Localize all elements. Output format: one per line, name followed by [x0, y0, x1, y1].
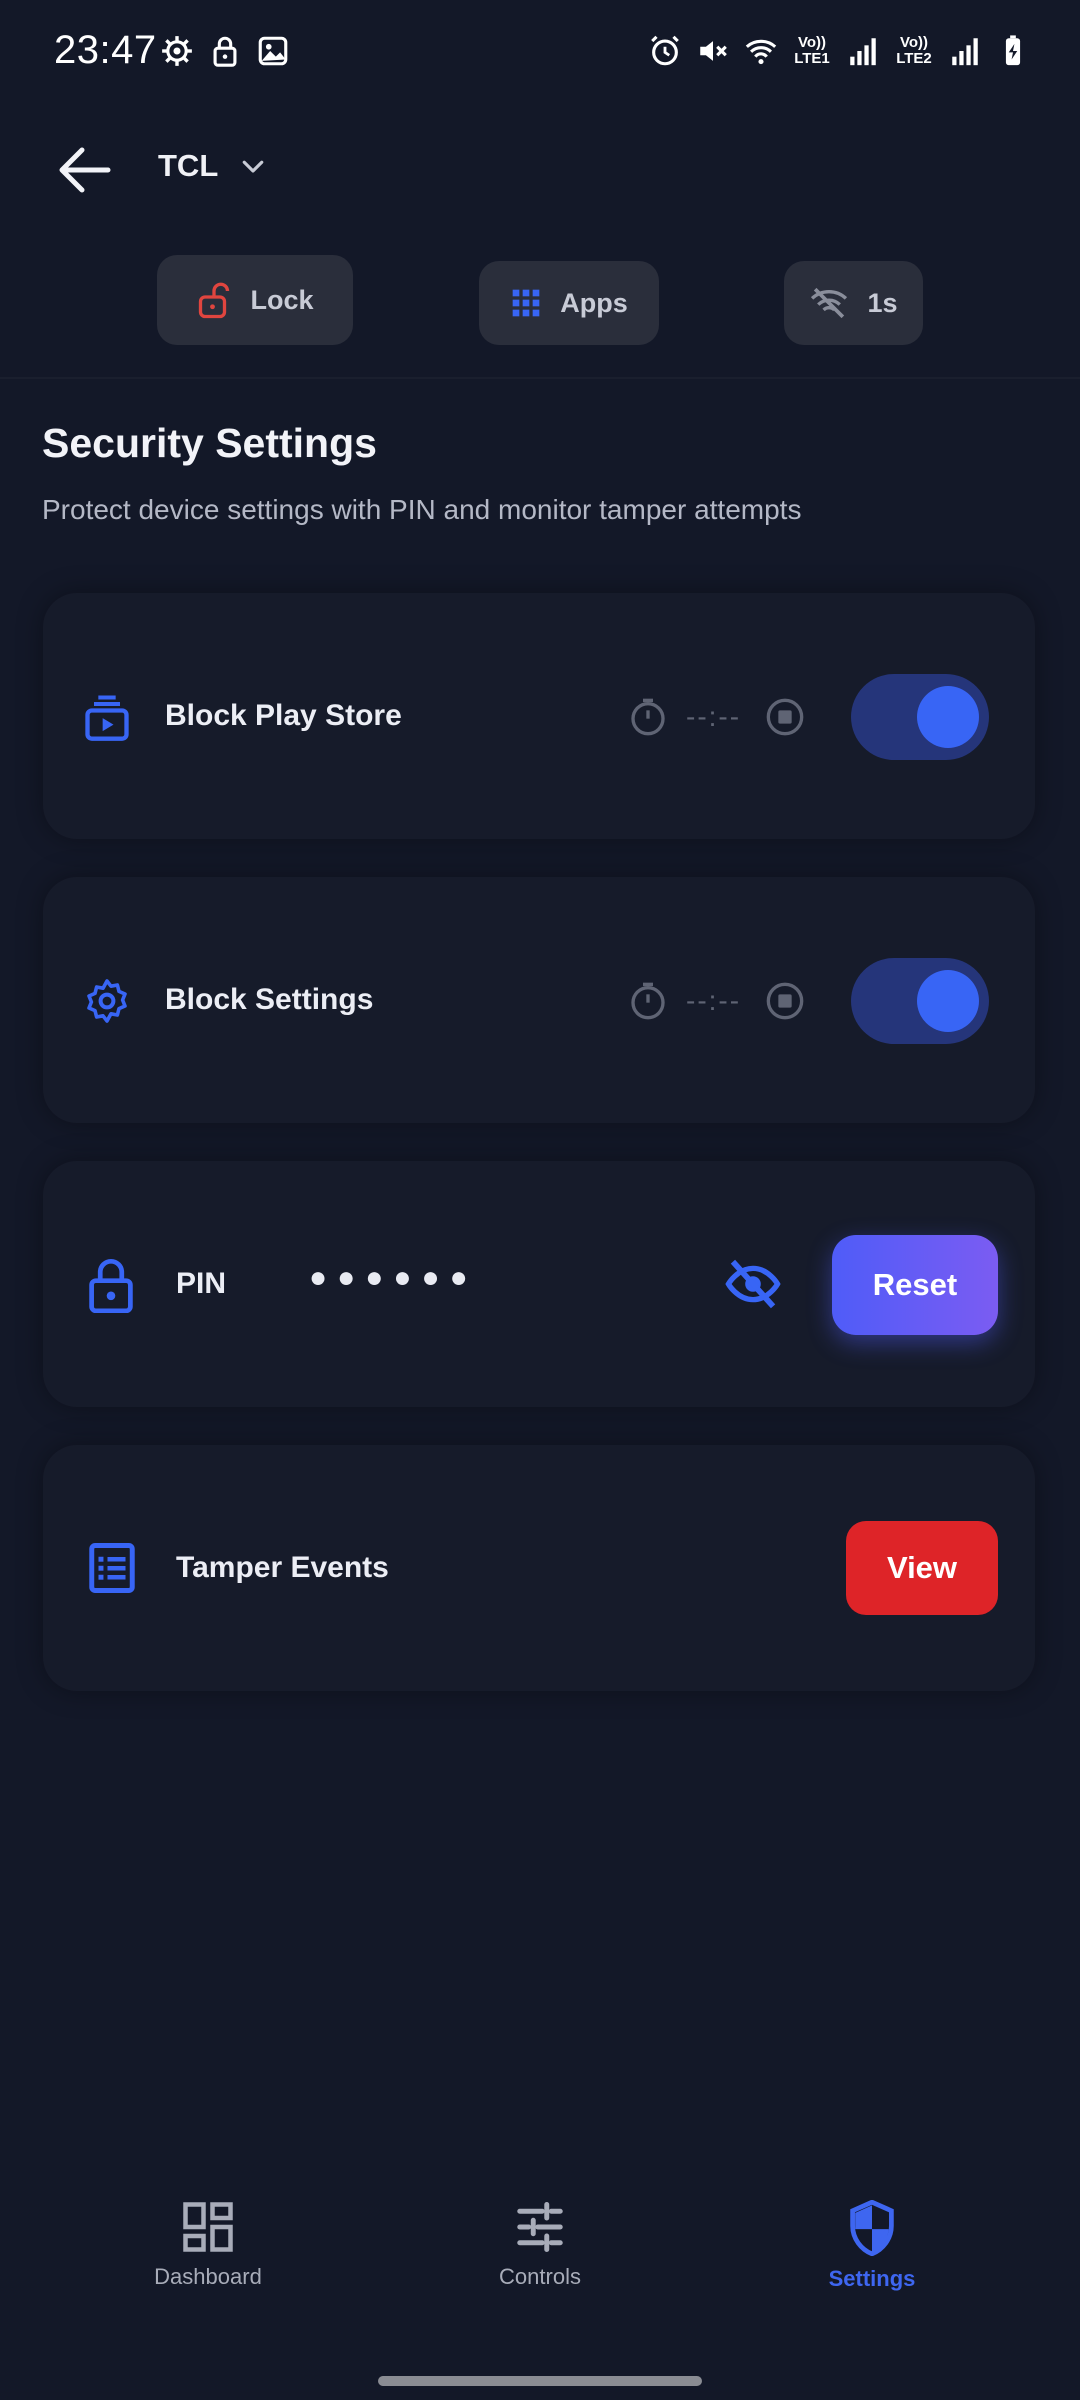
block-settings-toggle[interactable] — [851, 958, 989, 1044]
device-name: TCL — [158, 148, 219, 183]
sliders-icon — [517, 2202, 563, 2252]
nav-dashboard[interactable]: Dashboard — [108, 2200, 308, 2290]
nav-controls-label: Controls — [499, 2264, 581, 2289]
pin-label: PIN — [176, 1267, 227, 1300]
nav-settings-label: Settings — [828, 2266, 916, 2291]
list-icon — [89, 1543, 135, 1593]
status-left-icons — [160, 34, 290, 68]
nav-controls[interactable]: Controls — [440, 2200, 640, 2290]
lock-status-icon — [213, 36, 237, 67]
eye-off-icon[interactable] — [724, 1257, 782, 1311]
lock-label: Lock — [250, 284, 314, 315]
pin-card: PIN ●●●●●● Reset — [43, 1161, 1035, 1407]
reset-pin-button[interactable]: Reset — [832, 1235, 998, 1335]
timer-value: --:-- — [686, 985, 742, 1016]
view-tamper-events-button[interactable]: View — [846, 1521, 998, 1615]
top-bar: TCL — [0, 130, 1080, 210]
section-title: Security Settings — [42, 420, 377, 466]
lock-button[interactable]: Lock — [157, 255, 353, 345]
timer-icon[interactable] — [628, 697, 668, 737]
block-play-store-card: Block Play Store --:-- — [43, 593, 1035, 839]
block-settings-label: Block Settings — [165, 983, 374, 1016]
stop-icon[interactable] — [765, 697, 805, 737]
battery-charging-icon — [1005, 35, 1021, 66]
wifi-off-icon — [811, 287, 848, 319]
nav-dashboard-label: Dashboard — [154, 2264, 262, 2289]
apps-grid-icon — [512, 289, 540, 317]
wifi-off-button[interactable]: 1s — [784, 261, 923, 345]
apps-button[interactable]: Apps — [479, 261, 659, 345]
status-right-icons: Vo)) LTE1 Vo)) LTE2 — [648, 34, 1030, 68]
toggle-knob — [917, 686, 979, 748]
timer-icon[interactable] — [628, 981, 668, 1021]
wifi-icon — [745, 39, 777, 65]
image-icon — [258, 36, 288, 66]
device-selector[interactable]: TCL — [158, 148, 268, 184]
gear-icon — [87, 979, 127, 1023]
block-play-store-toggle[interactable] — [851, 674, 989, 760]
sim1-label: Vo)) LTE1 — [794, 34, 830, 67]
section-subtitle: Protect device settings with PIN and mon… — [42, 494, 802, 525]
toggle-knob — [917, 970, 979, 1032]
unlock-icon — [199, 282, 230, 319]
stop-icon[interactable] — [765, 981, 805, 1021]
lock-icon — [89, 1259, 133, 1313]
dashboard-icon — [183, 2202, 233, 2252]
sim2-label: Vo)) LTE2 — [896, 34, 932, 67]
chevron-down-icon — [242, 160, 264, 173]
play-store-icon — [85, 695, 129, 741]
signal-icon — [850, 38, 876, 66]
pin-value: ●●●●●● — [309, 1261, 478, 1294]
tamper-events-card: Tamper Events View — [43, 1445, 1035, 1691]
mute-icon — [700, 41, 727, 61]
wifi-timer-label: 1s — [867, 287, 898, 318]
block-settings-card: Block Settings --:-- — [43, 877, 1035, 1123]
timer-value: --:-- — [686, 701, 742, 732]
status-bar: 23:47 Vo)) LTE1 Vo)) LTE2 — [0, 0, 1080, 110]
signal-icon — [952, 38, 978, 66]
shield-icon — [850, 2200, 894, 2256]
block-play-store-label: Block Play Store — [165, 699, 402, 732]
tamper-events-label: Tamper Events — [176, 1551, 389, 1584]
apps-label: Apps — [560, 287, 628, 318]
gear-badge-icon — [162, 36, 192, 66]
nav-settings[interactable]: Settings — [772, 2200, 972, 2292]
bottom-nav: Dashboard Controls Settings — [0, 2200, 1080, 2330]
back-arrow-icon[interactable] — [52, 144, 116, 196]
alarm-icon — [651, 35, 679, 66]
home-indicator[interactable] — [378, 2376, 702, 2386]
divider — [0, 377, 1080, 379]
status-time: 23:47 — [54, 28, 157, 72]
quick-actions: Lock Apps 1s — [0, 255, 1080, 350]
